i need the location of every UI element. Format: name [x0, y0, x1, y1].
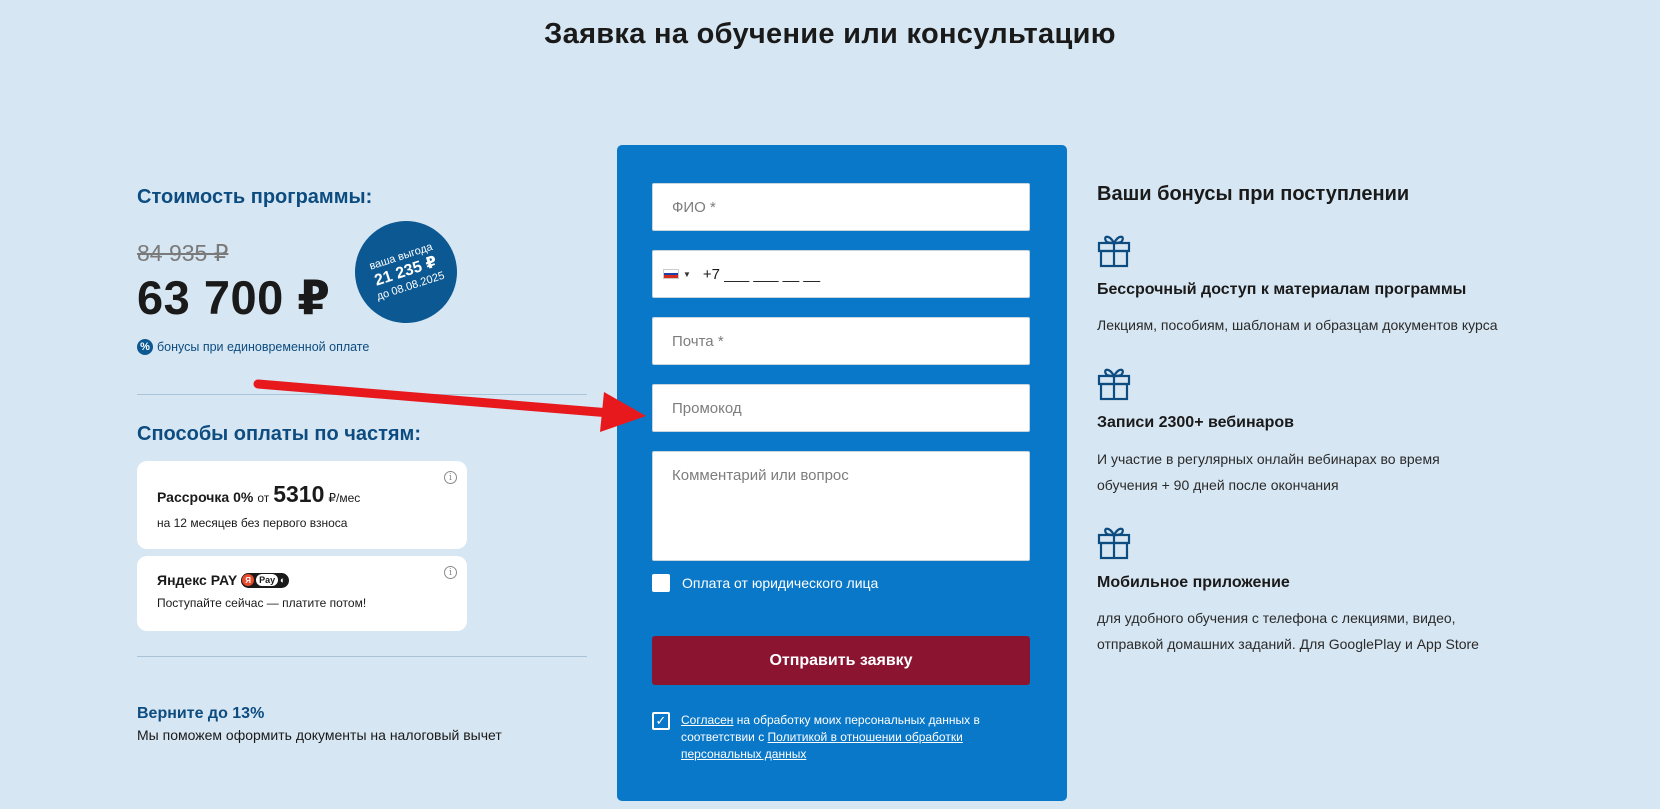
bonuses-title: Ваши бонусы при поступлении — [1097, 183, 1410, 205]
name-input[interactable] — [653, 184, 1029, 230]
installment-from: от — [257, 491, 270, 505]
bonus-description: для удобного обучения с телефона с лекци… — [1097, 610, 1479, 652]
yandex-pay-label: Яндекс PAY — [157, 572, 238, 588]
consent-text: Согласен на обработку моих персональных … — [681, 712, 1011, 763]
bonus-note-text: бонусы при единовременной оплате — [157, 340, 370, 354]
bonus-description: И участие в регулярных онлайн вебинарах … — [1097, 451, 1440, 493]
phone-input[interactable] — [690, 251, 1029, 297]
gift-icon — [1097, 235, 1131, 268]
consent-link[interactable]: Согласен — [681, 713, 733, 727]
comment-textarea[interactable] — [653, 452, 1029, 560]
info-icon[interactable]: i — [444, 471, 457, 484]
info-icon[interactable]: i — [444, 566, 457, 579]
installment-subtitle: на 12 месяцев без первого взноса — [157, 516, 348, 530]
cost-title: Стоимость программы: — [137, 186, 373, 208]
email-field[interactable] — [652, 317, 1030, 365]
yandex-pay-logo: Я Pay ◐ — [241, 572, 289, 588]
bonus-title: Записи 2300+ вебинаров — [1097, 414, 1294, 431]
legal-entity-checkbox[interactable] — [652, 574, 670, 592]
bonus-title: Мобильное приложение — [1097, 574, 1290, 591]
bonus-description: Лекциям, пособиям, шаблонам и образцам д… — [1097, 317, 1498, 333]
consent-checkbox[interactable]: ✓ — [652, 712, 670, 730]
bonus-note[interactable]: % бонусы при единовременной оплате — [137, 339, 369, 355]
yandex-logo-icon: Я — [242, 574, 255, 586]
page-title: Заявка на обучение или консультацию — [544, 18, 1116, 50]
country-select[interactable]: ▼ — [663, 251, 691, 297]
discount-badge: ваша выгода 21 235 ₽ до 08.08.2025 — [341, 207, 471, 337]
divider — [137, 394, 587, 395]
gift-icon — [1097, 368, 1131, 401]
submit-button[interactable]: Отправить заявку — [652, 636, 1030, 685]
split-icon: ◐ — [280, 575, 286, 585]
yandex-pay-subtitle: Поступайте сейчас — платите потом! — [157, 596, 367, 610]
bonus-title: Бессрочный доступ к материалам программы — [1097, 281, 1467, 298]
installment-label: Рассрочка 0% — [157, 489, 254, 505]
payment-title: Способы оплаты по частям: — [137, 423, 421, 445]
application-form: ▼ Оплата от юридического лица Отправить … — [617, 145, 1067, 801]
gift-icon — [1097, 527, 1131, 560]
new-price: 63 700 ₽ — [137, 271, 331, 324]
divider — [137, 656, 587, 657]
refund-title: Верните до 13% — [137, 705, 265, 722]
name-field[interactable] — [652, 183, 1030, 231]
email-input[interactable] — [653, 318, 1029, 364]
installment-amount: 5310 — [273, 481, 325, 507]
installment-unit: ₽/мес — [328, 491, 361, 505]
chevron-down-icon: ▼ — [683, 269, 691, 279]
comment-field[interactable] — [652, 451, 1030, 561]
refund-subtitle: Мы поможем оформить документы на налогов… — [137, 727, 502, 743]
phone-field[interactable]: ▼ — [652, 250, 1030, 298]
yandex-pay-badge: Pay — [256, 574, 279, 586]
legal-entity-label[interactable]: Оплата от юридического лица — [682, 575, 878, 591]
russia-flag-icon — [663, 269, 679, 279]
promo-input[interactable] — [653, 385, 1029, 431]
percent-icon: % — [137, 339, 153, 355]
yandex-pay-card[interactable]: i Яндекс PAY Я Pay ◐ Поступайте сейчас —… — [137, 556, 467, 631]
old-price: 84 935 ₽ — [137, 240, 229, 266]
installment-card[interactable]: i Рассрочка 0% от 5310 ₽/мес на 12 месяц… — [137, 461, 467, 549]
promo-field[interactable] — [652, 384, 1030, 432]
